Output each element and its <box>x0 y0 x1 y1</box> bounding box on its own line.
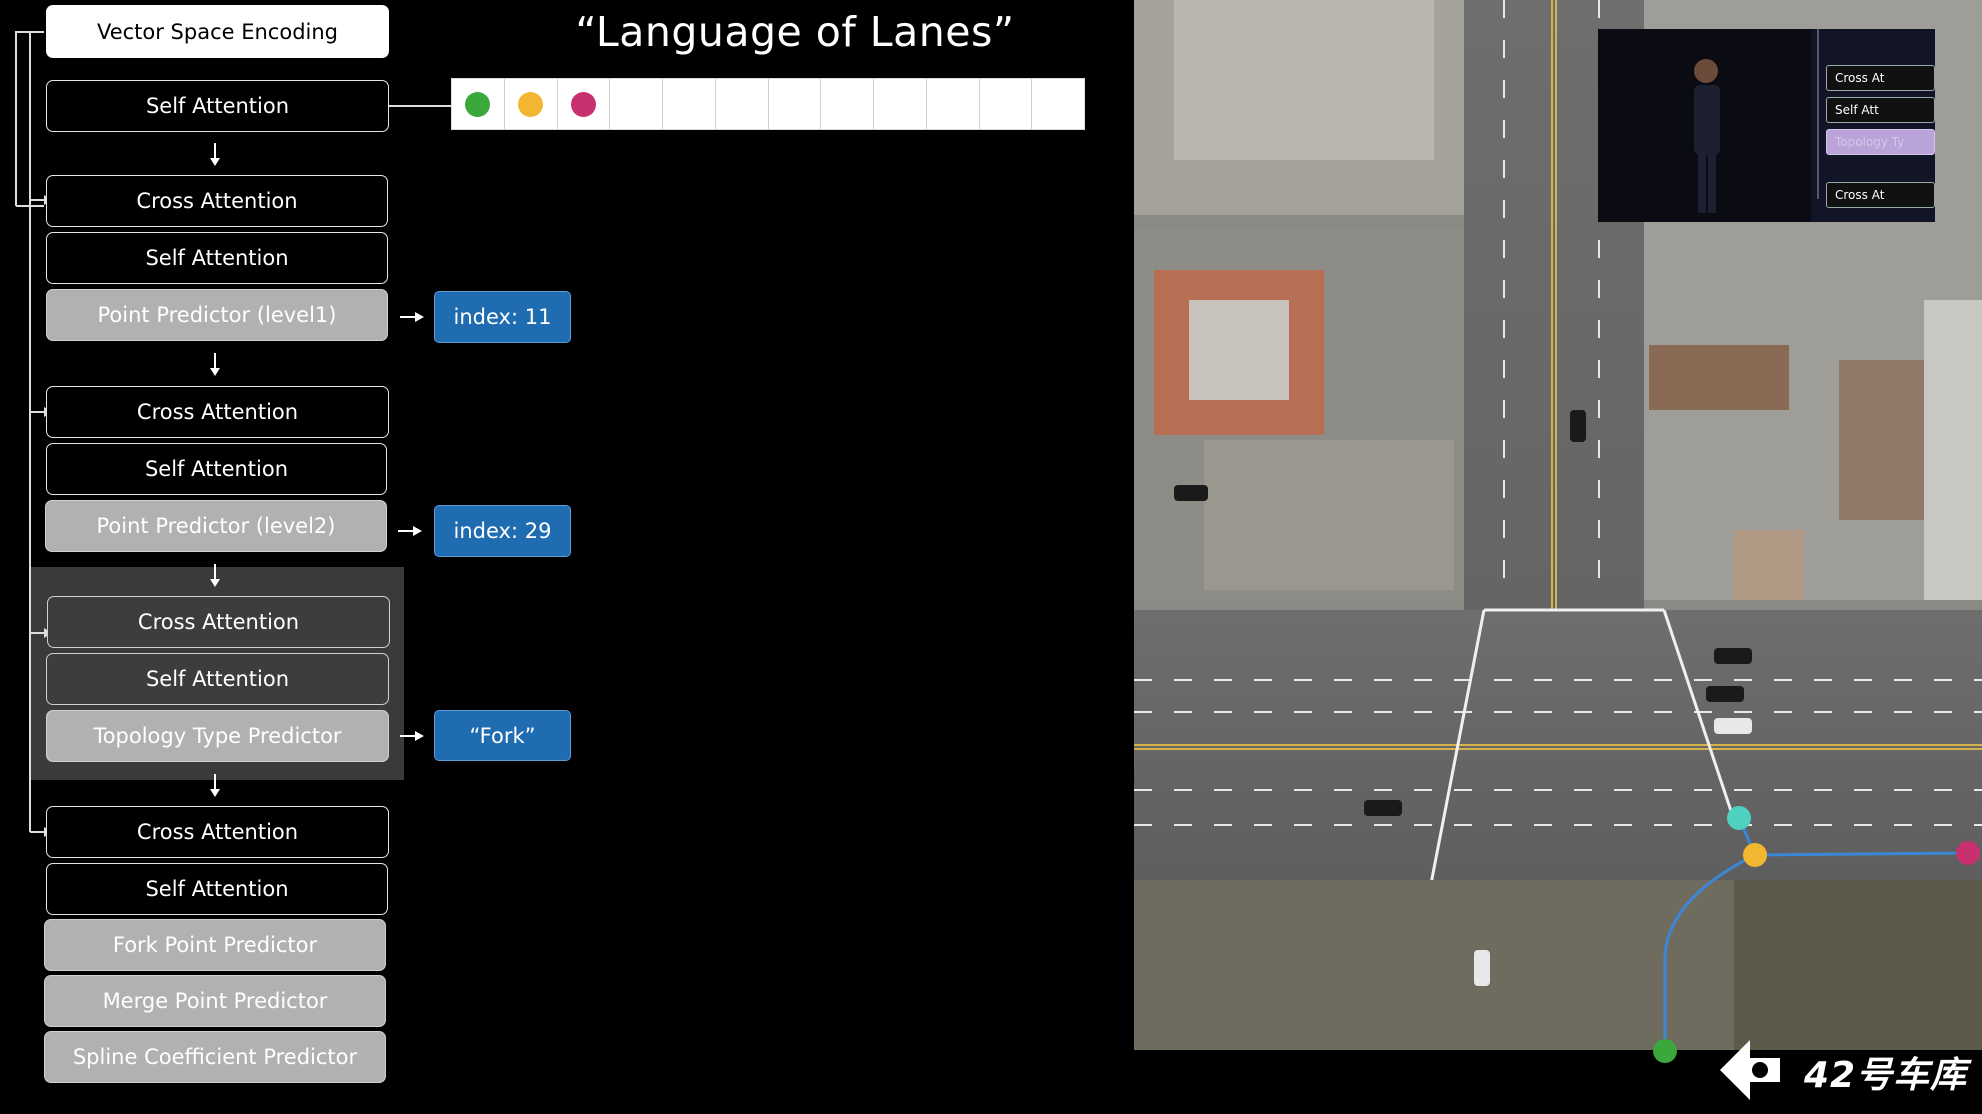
lane-node-magenta <box>1956 841 1980 865</box>
garage-logo-icon <box>1720 1040 1780 1100</box>
lane-node-yellow <box>1743 843 1767 867</box>
lane-node-teal <box>1727 806 1751 830</box>
slide: “Language of Lanes” Vector Space Encodin… <box>0 0 1982 1114</box>
lane-overlay <box>1653 806 1980 1063</box>
lane-node-green <box>1653 1039 1677 1063</box>
watermark-text: 42号车库 <box>1804 1055 1968 1096</box>
